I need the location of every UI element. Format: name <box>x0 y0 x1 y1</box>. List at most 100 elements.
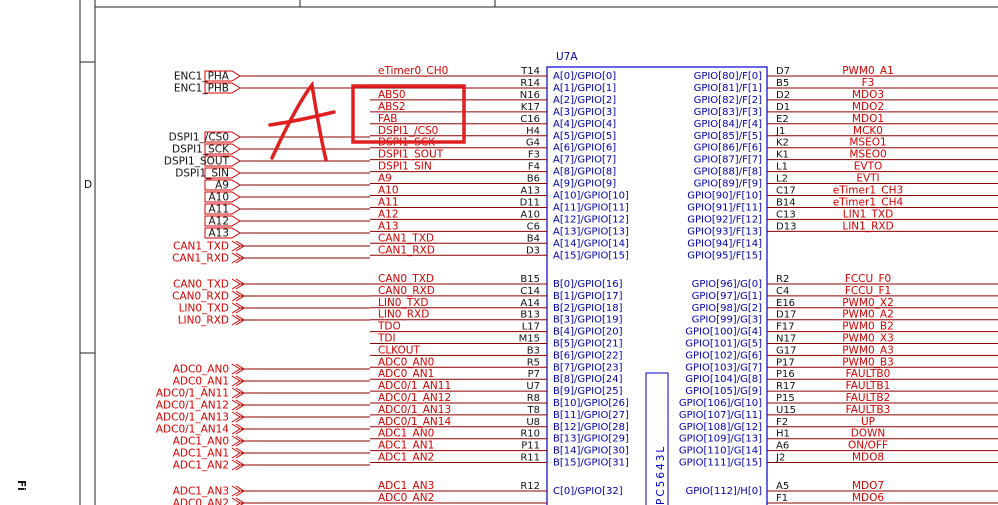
pin-function: B[6]/GPIO[22] <box>553 350 623 361</box>
pin-number: E16 <box>776 298 795 309</box>
net-label: DOWN <box>851 428 886 440</box>
pin-number: R12 <box>520 481 540 492</box>
pin-number: T8 <box>527 405 540 416</box>
net-label: MDO1 <box>852 113 884 125</box>
pin-function: A[15]/GPIO[15] <box>553 250 629 261</box>
pin-number: P15 <box>776 393 795 404</box>
net-label: ADC0/1_AN11 <box>378 380 451 392</box>
net-label: ABS0 <box>378 89 406 101</box>
pin-number: H4 <box>526 126 540 137</box>
net-label: MDO7 <box>852 480 884 492</box>
pin-number: T14 <box>520 66 540 77</box>
pin-number: N16 <box>520 90 540 101</box>
pin-function: B[12]/GPIO[28] <box>553 422 629 433</box>
pin-function: B[14]/GPIO[30] <box>553 446 629 457</box>
net-label: CAN1_RXD <box>378 244 435 256</box>
pin-number: F4 <box>528 162 540 173</box>
pin-function: GPIO[102]/G[6] <box>685 350 762 361</box>
net-label: FCCU_F0 <box>845 273 891 285</box>
net-label: ADC0/1_AN14 <box>378 416 451 428</box>
net-label: DSPI1_SIN <box>378 161 432 173</box>
right-pin-row: GPIO[95]/F[15] <box>687 250 762 261</box>
pin-number: R11 <box>520 453 540 464</box>
pin-number: B4 <box>527 233 540 244</box>
pin-function: GPIO[83]/F[3] <box>694 107 763 118</box>
pin-function: GPIO[80]/F[0] <box>694 71 763 82</box>
pin-function: GPIO[88]/F[8] <box>694 167 763 178</box>
pin-function: B[3]/GPIO[19] <box>553 315 623 326</box>
chip-reference: U7A <box>556 51 578 63</box>
port-label: ADC1_AN1 <box>173 448 229 460</box>
pin-function: GPIO[104]/G[8] <box>685 374 762 385</box>
net-label: ON/OFF <box>848 440 888 452</box>
pin-number: A5 <box>776 481 789 492</box>
connector-chevron <box>231 497 241 505</box>
net-label: A9 <box>378 173 392 185</box>
port-label: LIN0_TXD <box>179 303 229 315</box>
pin-function: B[8]/GPIO[24] <box>553 374 623 385</box>
net-label: CLKOUT <box>378 344 420 356</box>
off-page-connector: ADC0/1_AN11 <box>156 388 245 400</box>
net-label: FAULTB2 <box>846 392 891 404</box>
pin-function: A[5]/GPIO[5] <box>553 131 616 142</box>
pin-function: GPIO[95]/F[15] <box>687 250 762 261</box>
net-label: A13 <box>378 220 399 232</box>
pin-function: A[4]/GPIO[4] <box>553 119 616 130</box>
net-label: LIN1_RXD <box>842 220 893 232</box>
pin-function: GPIO[96]/G[0] <box>692 279 763 290</box>
pin-function: A[1]/GPIO[1] <box>553 83 616 94</box>
pin-number: L17 <box>522 322 540 333</box>
pin-function: GPIO[87]/F[7] <box>694 155 763 166</box>
off-page-connector: ADC0/1_AN12 <box>156 400 245 412</box>
pin-function: A[13]/GPIO[13] <box>553 226 629 237</box>
pin-function: A[0]/GPIO[0] <box>553 71 616 82</box>
pin-function: GPIO[106]/G[10] <box>679 398 762 409</box>
pin-function: GPIO[99]/G[3] <box>692 315 763 326</box>
schematic-canvas: D Fi U7A PC5643L ENC1_PHAENC1_PHB DSPI1_/… <box>15 0 998 505</box>
pin-number: B3 <box>527 345 540 356</box>
off-page-connector: ADC0_AN1 <box>173 376 245 388</box>
port-label: A9 <box>215 180 229 192</box>
off-page-connector: ENC1_PHB <box>174 82 241 95</box>
net-label: FAULTB1 <box>846 380 891 392</box>
net-label: TDO <box>377 321 401 333</box>
port-label: DSPI1_/CS0 <box>169 132 229 144</box>
pin-number: D11 <box>520 197 540 208</box>
pin-function: B[15]/GPIO[31] <box>553 458 629 469</box>
port-label: ADC1_AN2 <box>173 460 229 472</box>
net-label: TDI <box>377 333 396 345</box>
net-label: UP <box>861 416 875 428</box>
pin-number: F2 <box>776 417 788 428</box>
pin-number: M15 <box>519 334 540 345</box>
net-label: ADC0_AN1 <box>378 368 434 380</box>
off-page-connector: CAN1_TXD <box>173 241 245 253</box>
pin-number: U8 <box>526 417 540 428</box>
pin-number: H1 <box>776 429 790 440</box>
pin-number: L1 <box>776 162 788 173</box>
pin-function: A[9]/GPIO[9] <box>553 179 616 190</box>
port-label: A10 <box>208 192 229 204</box>
off-page-connector: A12 <box>204 215 241 228</box>
net-label: ADC1_AN2 <box>378 452 434 464</box>
pin-function: GPIO[86]/F[6] <box>694 143 763 154</box>
pin-function: B[10]/GPIO[26] <box>553 398 629 409</box>
net-label: PWM0_A3 <box>842 344 894 356</box>
pin-function: GPIO[105]/G[9] <box>685 386 762 397</box>
port-label: ADC0_AN2 <box>173 498 229 505</box>
pin-function: GPIO[97]/G[1] <box>692 291 763 302</box>
border-zone-letter: D <box>84 179 92 191</box>
off-page-connector: DSPI1_SOUT <box>164 155 241 168</box>
port-label: DSPI1_SOUT <box>164 156 230 168</box>
port-label: ADC1_AN0 <box>173 436 229 448</box>
off-page-connector: CAN0_RXD <box>172 291 245 303</box>
port-label: CAN1_TXD <box>173 241 229 253</box>
net-label: LIN0_RXD <box>378 309 429 321</box>
off-page-connector: ENC1_PHA <box>174 70 241 83</box>
port-label: ADC0/1_AN12 <box>156 400 229 412</box>
port-label: ADC1_AN3 <box>173 486 229 498</box>
pin-function: GPIO[103]/G[7] <box>685 362 762 373</box>
net-label: PWM0_X2 <box>842 297 894 309</box>
port-label: ADC0/1_AN13 <box>156 412 229 424</box>
pin-function: GPIO[81]/F[1] <box>694 83 763 94</box>
left-pin-row: ADC0_AN2 <box>378 492 434 504</box>
